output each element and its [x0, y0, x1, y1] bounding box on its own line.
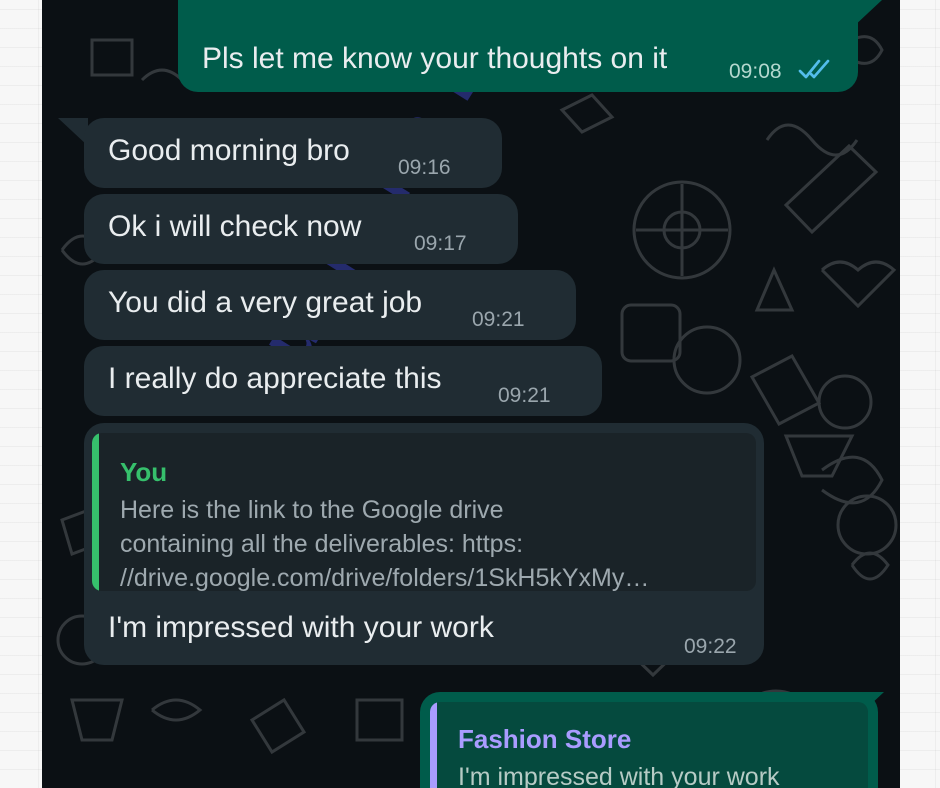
- message-incoming-0921-b[interactable]: I really do appreciate this 09:21: [84, 346, 602, 416]
- message-text: I really do appreciate this: [108, 362, 442, 395]
- quote-line-1: Here is the link to the Google drive: [120, 496, 504, 524]
- message-time: 09:21: [472, 308, 525, 331]
- quote-author: Fashion Store: [458, 724, 632, 754]
- message-time: 09:21: [498, 384, 551, 407]
- chat-window[interactable]: Funnella HQ Pls let me know your thought…: [42, 0, 900, 788]
- quoted-message-you[interactable]: You Here is the link to the Google drive…: [92, 433, 756, 591]
- message-text: Ok i will check now: [108, 210, 362, 243]
- message-text: You did a very great job: [108, 286, 423, 319]
- message-outgoing-reply[interactable]: Fashion Store I'm impressed with your wo…: [420, 692, 878, 788]
- message-time: 09:17: [414, 232, 467, 255]
- message-incoming-0916[interactable]: Good morning bro 09:16: [84, 118, 502, 188]
- message-outgoing-0908[interactable]: Pls let me know your thoughts on it 09:0…: [178, 0, 858, 92]
- quote-line-3: //drive.google.com/drive/folders/1SkH5kY…: [120, 564, 650, 591]
- message-time: 09:22: [684, 635, 737, 658]
- message-time: 09:08: [729, 60, 782, 83]
- screenshot-page: Funnella HQ Pls let me know your thought…: [0, 0, 940, 788]
- quote-accent-bar: [430, 702, 437, 788]
- quote-line-1: I'm impressed with your work: [458, 763, 780, 788]
- message-text: I'm impressed with your work: [108, 611, 494, 644]
- message-incoming-0921-a[interactable]: You did a very great job 09:21: [84, 270, 576, 340]
- double-check-icon: [798, 59, 830, 79]
- message-time: 09:16: [398, 156, 451, 179]
- quote-author: You: [120, 457, 168, 487]
- message-incoming-0917[interactable]: Ok i will check now 09:17: [84, 194, 518, 264]
- message-text: Good morning bro: [108, 134, 350, 167]
- quoted-message-fashion-store[interactable]: Fashion Store I'm impressed with your wo…: [430, 702, 868, 788]
- message-incoming-0922-reply[interactable]: You Here is the link to the Google drive…: [84, 423, 764, 665]
- quote-line-2: containing all the deliverables: https:: [120, 530, 524, 558]
- message-text: Pls let me know your thoughts on it: [202, 42, 668, 75]
- quote-accent-bar: [92, 433, 99, 591]
